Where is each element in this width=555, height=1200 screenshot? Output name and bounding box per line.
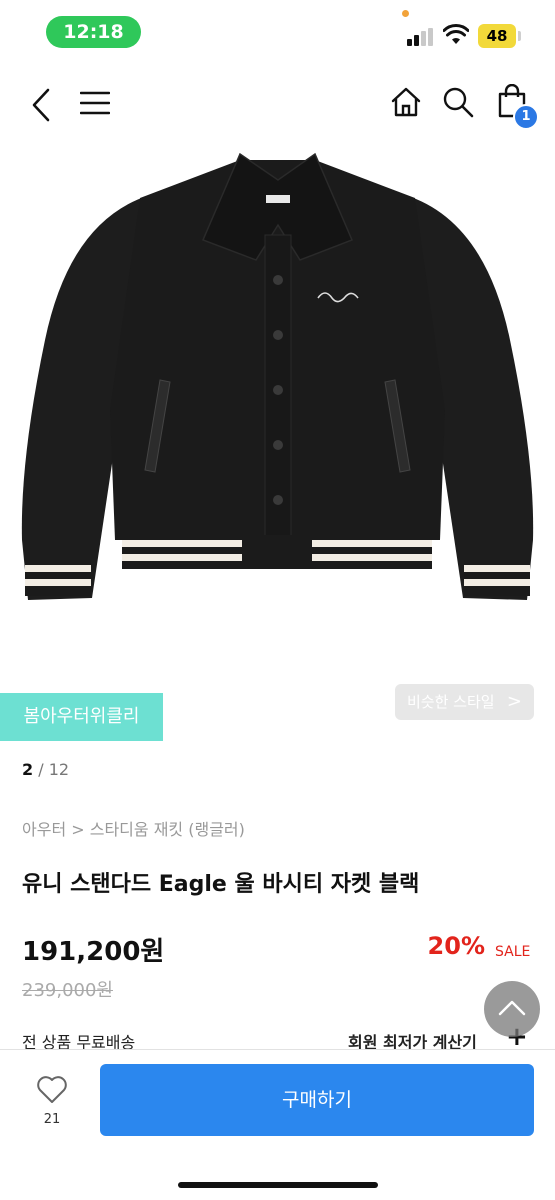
scroll-to-top-button[interactable] <box>484 981 540 1037</box>
image-pager: 2 / 12 <box>22 760 69 779</box>
similar-style-label: 비슷한 스타일 <box>407 693 495 711</box>
pager-total: 12 <box>48 760 70 779</box>
like-count: 21 <box>43 1112 61 1127</box>
pager-current: 2 <box>22 760 34 779</box>
back-arrow-icon[interactable] <box>30 88 52 122</box>
sale-label: SALE <box>495 944 531 960</box>
brand-label-patch <box>266 195 290 203</box>
breadcrumb[interactable]: 아우터 > 스타디움 재킷 (랭글러) <box>22 816 245 840</box>
top-nav <box>0 70 555 140</box>
chevron-right-icon: > <box>506 691 522 712</box>
cart-count-badge: 1 <box>513 104 539 130</box>
wifi-icon <box>443 24 469 44</box>
battery-indicator: 48 <box>478 24 516 48</box>
status-bar: 12:18 48 <box>0 0 555 64</box>
similar-style-button[interactable]: 비슷한 스타일 > <box>395 684 534 720</box>
battery-cap <box>518 31 521 41</box>
camera-indicator-icon <box>402 10 409 17</box>
discount-rate: 20% <box>427 932 485 960</box>
sale-price: 191,200원 <box>22 937 165 967</box>
buy-button[interactable]: 구매하기 <box>100 1064 534 1136</box>
home-icon[interactable] <box>390 86 422 118</box>
product-title: 유니 스탠다드 Eagle 울 바시티 자켓 블랙 <box>22 872 420 897</box>
product-image[interactable] <box>0 140 555 650</box>
home-indicator <box>178 1182 378 1188</box>
brand-tag[interactable]: 봄아우터위클리 <box>0 693 163 741</box>
search-icon[interactable] <box>442 86 474 118</box>
menu-icon[interactable] <box>80 90 110 116</box>
original-price: 239,000원 <box>22 980 113 1001</box>
status-time: 12:18 <box>46 16 141 48</box>
cellular-signal-icon <box>407 28 435 46</box>
heart-icon[interactable] <box>36 1075 68 1105</box>
pager-separator: / <box>33 760 49 779</box>
chevron-up-icon <box>498 1000 526 1016</box>
